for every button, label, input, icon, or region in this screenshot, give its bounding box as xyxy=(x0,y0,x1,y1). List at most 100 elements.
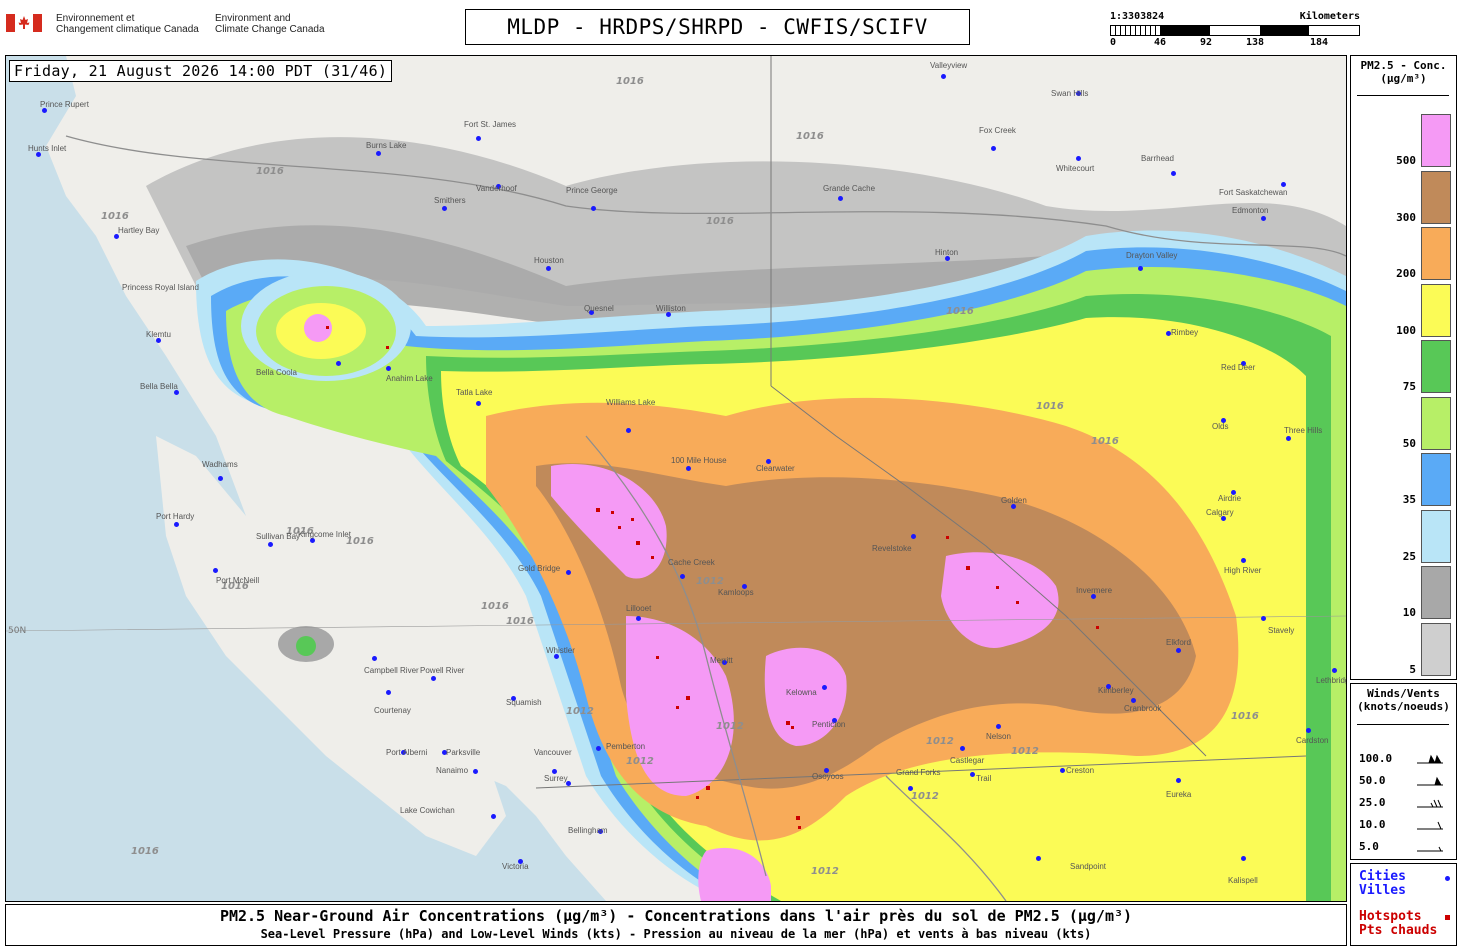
legend-divider xyxy=(1357,724,1449,725)
pm25-swatch xyxy=(1421,283,1451,337)
canada-flag-icon xyxy=(6,14,42,32)
city-label: Rimbey xyxy=(1171,328,1199,337)
agency-fr-line2: Changement climatique Canada xyxy=(56,24,199,35)
city-label: Tatla Lake xyxy=(456,388,493,397)
city-label: Hinton xyxy=(935,248,959,257)
city-label: Barrhead xyxy=(1141,154,1174,163)
pm25-level-label: 10 xyxy=(1402,606,1416,619)
pm25-level-label: 5 xyxy=(1409,662,1416,676)
city-label: Lake Cowichan xyxy=(400,806,455,815)
agency-name-en: Environment and Climate Change Canada xyxy=(215,13,345,35)
city-label: Smithers xyxy=(434,196,466,205)
caption-line1: PM2.5 Near-Ground Air Concentrations (µg… xyxy=(219,907,1133,925)
wind-speed-label: 5.0 xyxy=(1359,840,1379,853)
city-label: Olds xyxy=(1212,422,1229,431)
city-label: Port Alberni xyxy=(386,748,428,757)
city-label: Wadhams xyxy=(202,460,238,469)
city-dot-icon xyxy=(1445,876,1450,881)
pm25-level-label: 35 xyxy=(1402,493,1416,506)
city-label: Kingcome Inlet xyxy=(298,530,351,539)
legend-title-line: (knots/noeuds) xyxy=(1357,700,1450,713)
legend-divider xyxy=(1357,95,1449,96)
pm25-level-label: 200 xyxy=(1396,267,1416,280)
pm25-level-label: 25 xyxy=(1402,549,1416,563)
scale-tick: 0 xyxy=(1110,37,1117,48)
city-label: Bella Coola xyxy=(256,368,297,377)
agency-name-fr: Environnement et Changement climatique C… xyxy=(56,13,206,35)
isobar-label: 1016 xyxy=(616,76,644,87)
city-label: Clearwater xyxy=(756,464,795,473)
wind-barb-icon xyxy=(1417,776,1443,786)
pm25-swatch xyxy=(1421,114,1451,167)
city-label: Grand Forks xyxy=(896,768,941,777)
city-label: Fort St. James xyxy=(464,120,517,129)
city-label: Penticton xyxy=(812,720,846,729)
city-label: Princess Royal Island xyxy=(122,283,199,292)
scale-tick: 46 xyxy=(1154,37,1167,48)
wind-barb-icon xyxy=(1417,754,1443,764)
city-label: Burns Lake xyxy=(366,141,407,150)
isobar-label: 1012 xyxy=(716,721,744,732)
forecast-timestamp: Friday, 21 August 2026 14:00 PDT (31/46) xyxy=(9,60,393,82)
city-label: Houston xyxy=(534,256,564,265)
city-label: Edmonton xyxy=(1232,206,1269,215)
city-label: Squamish xyxy=(506,698,542,707)
city-label: Anahim Lake xyxy=(386,374,433,383)
agency-en-line2: Climate Change Canada xyxy=(215,24,325,35)
wind-legend-title: Winds/Vents (knots/noeuds) xyxy=(1351,687,1456,713)
caption-line2: Sea-Level Pressure (hPa) and Low-Level W… xyxy=(260,927,1092,941)
legend-title-line: Winds/Vents xyxy=(1367,687,1440,700)
cities-label-en: Cities xyxy=(1359,869,1406,884)
isobar-label: 1016 xyxy=(101,211,129,222)
city-label: Creston xyxy=(1066,766,1095,775)
city-label: Nelson xyxy=(986,732,1011,741)
city-label: Prince Rupert xyxy=(40,100,89,109)
city-label: Valleyview xyxy=(930,61,968,70)
city-label: Kalispell xyxy=(1228,876,1258,885)
wind-speed-label: 100.0 xyxy=(1359,752,1393,765)
pm25-level-label: 50 xyxy=(1402,436,1416,450)
wind-barb-icon xyxy=(1417,846,1443,852)
city-label: Whitecourt xyxy=(1056,164,1095,173)
pm25-level-label: 300 xyxy=(1396,210,1416,224)
smoke-75-ug xyxy=(296,636,316,656)
city-label: Vanderhoof xyxy=(476,184,517,193)
pm25-swatch xyxy=(1421,396,1451,450)
scale-tick: 184 xyxy=(1310,37,1329,48)
isobar-label: 1016 xyxy=(796,131,824,142)
city-label: Revelstoke xyxy=(872,544,912,553)
city-label: Port McNeill xyxy=(216,576,260,585)
city-label: Parksville xyxy=(446,748,481,757)
scale-units: Kilometers xyxy=(1299,11,1360,22)
city-label: Sandpoint xyxy=(1070,862,1107,871)
isobar-label: 1016 xyxy=(706,216,734,227)
latitude-label: 50N xyxy=(8,626,27,636)
isobar-label: 1016 xyxy=(506,616,534,627)
scale-ratio: 1:3303824 xyxy=(1110,11,1165,22)
isobar-label: 1016 xyxy=(131,846,159,857)
city-label: Elkford xyxy=(1166,638,1191,647)
pm25-swatch xyxy=(1421,340,1451,393)
city-label: Nanaimo xyxy=(436,766,469,775)
pm25-swatch xyxy=(1421,566,1451,619)
wind-legend: Winds/Vents (knots/noeuds) 100.0 50.0 25… xyxy=(1350,683,1457,860)
pm25-legend: PM2.5 - Conc. (µg/m³) 500 300 200 100 75 50 35… xyxy=(1350,55,1457,680)
city-label: Gold Bridge xyxy=(518,564,561,573)
pm25-swatch xyxy=(1421,509,1451,563)
city-label: Port Hardy xyxy=(156,512,195,521)
city-label: Calgary xyxy=(1206,508,1234,517)
smoke-forecast-map[interactable]: 1016 1016 1016 1016 1016 1016 1016 1016 … xyxy=(5,55,1347,902)
pm25-level-label: 500 xyxy=(1396,154,1416,167)
city-label: Kamloops xyxy=(718,588,754,597)
isobar-label: 1016 xyxy=(1091,436,1119,447)
pm25-swatch xyxy=(1421,170,1451,224)
scale-tick: 92 xyxy=(1200,37,1213,48)
city-label: Castlegar xyxy=(950,756,985,765)
city-label: Powell River xyxy=(420,666,465,675)
isobar-label: 1012 xyxy=(926,736,954,747)
city-label: Lethbridge xyxy=(1316,676,1346,685)
city-label: 100 Mile House xyxy=(671,456,727,465)
city-label: Victoria xyxy=(502,862,529,871)
city-label: Quesnel xyxy=(584,304,614,313)
agency-en-line1: Environment and xyxy=(215,13,291,24)
